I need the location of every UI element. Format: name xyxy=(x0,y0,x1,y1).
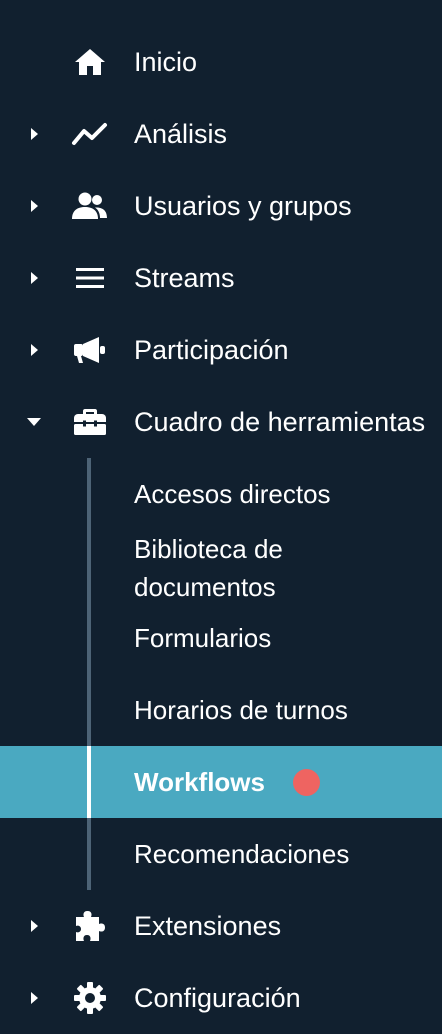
submenu-item-label: Formularios xyxy=(134,623,272,653)
nav-item-label: Extensiones xyxy=(134,911,282,941)
submenu-item-label: Accesos directos xyxy=(134,479,331,509)
nav-item-configuracion[interactable]: Configuración xyxy=(0,962,442,1034)
nav-item-label: Configuración xyxy=(134,983,301,1013)
users-icon xyxy=(70,190,110,222)
menu-lines-icon xyxy=(70,262,110,294)
submenu-item-workflows[interactable]: Workflows xyxy=(0,746,442,818)
caret-right-icon[interactable] xyxy=(26,268,42,288)
notification-dot xyxy=(293,769,320,796)
home-icon xyxy=(70,46,110,78)
nav-item-label: Inicio xyxy=(134,47,198,77)
nav-item-participacion[interactable]: Participación xyxy=(0,314,442,386)
nav-item-label: Cuadro de herramientas xyxy=(134,407,426,437)
submenu-item-label: Horarios de turnos xyxy=(134,695,348,725)
nav-item-label: Streams xyxy=(134,263,235,293)
gear-icon xyxy=(70,982,110,1014)
toolbox-icon xyxy=(70,406,110,438)
puzzle-icon xyxy=(70,910,110,942)
caret-right-icon[interactable] xyxy=(26,340,42,360)
submenu-item-accesos-directos[interactable]: Accesos directos xyxy=(0,458,442,530)
caret-right-icon[interactable] xyxy=(26,916,42,936)
submenu-item-horarios-de-turnos[interactable]: Horarios de turnos xyxy=(0,674,442,746)
nav-item-streams[interactable]: Streams xyxy=(0,242,442,314)
caret-right-icon[interactable] xyxy=(26,988,42,1008)
submenu-item-label-line2: documentos xyxy=(134,572,276,602)
nav-item-usuarios-y-grupos[interactable]: Usuarios y grupos xyxy=(0,170,442,242)
submenu-item-formularios[interactable]: Formularios xyxy=(0,602,442,674)
submenu-item-label: Workflows xyxy=(134,767,265,797)
nav-item-extensiones[interactable]: Extensiones xyxy=(0,890,442,962)
caret-right-icon[interactable] xyxy=(26,124,42,144)
nav-item-label: Participación xyxy=(134,335,289,365)
nav-item-analisis[interactable]: Análisis xyxy=(0,98,442,170)
caret-down-icon[interactable] xyxy=(26,412,42,432)
caret-right-icon[interactable] xyxy=(26,196,42,216)
submenu-item-biblioteca-de-documentos[interactable]: Biblioteca de documentos xyxy=(0,530,442,602)
megaphone-icon xyxy=(70,334,110,366)
submenu-item-recomendaciones[interactable]: Recomendaciones xyxy=(0,818,442,890)
submenu-item-label-line1: Biblioteca de xyxy=(134,534,283,564)
submenu-item-label: Recomendaciones xyxy=(134,839,350,869)
nav-item-label: Usuarios y grupos xyxy=(134,191,352,221)
chart-line-icon xyxy=(70,118,110,150)
nav-item-inicio[interactable]: Inicio xyxy=(0,26,442,98)
nav-item-label: Análisis xyxy=(134,119,228,149)
nav-item-cuadro-de-herramientas[interactable]: Cuadro de herramientas xyxy=(0,386,442,458)
